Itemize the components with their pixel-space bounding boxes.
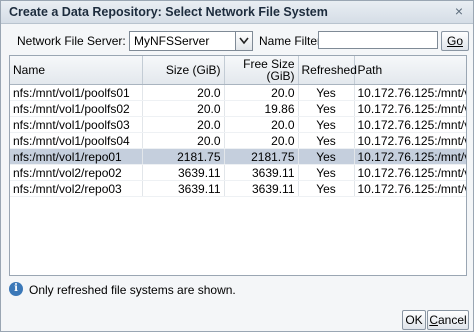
table-row[interactable]: nfs:/mnt/vol1/poolfs04 20.0 20.0 Yes 10.… bbox=[10, 132, 466, 149]
cell-path: 10.172.76.125:/mnt/vol1/ bbox=[354, 132, 466, 149]
cell-refreshed: Yes bbox=[298, 180, 355, 197]
cell-size: 3639.11 bbox=[142, 164, 225, 181]
cell-name: nfs:/mnt/vol1/poolfs03 bbox=[10, 116, 143, 133]
info-note-text: Only refreshed file systems are shown. bbox=[29, 283, 236, 297]
cell-path: 10.172.76.125:/mnt/vol2/ bbox=[354, 180, 466, 197]
cell-size: 3639.11 bbox=[142, 180, 225, 197]
ok-button[interactable]: OK bbox=[402, 310, 426, 330]
cell-name: nfs:/mnt/vol2/repo03 bbox=[10, 180, 143, 197]
cell-refreshed: Yes bbox=[298, 116, 355, 133]
column-header-free-size[interactable]: Free Size (GiB) bbox=[224, 56, 299, 85]
cell-size: 2181.75 bbox=[142, 148, 225, 165]
chevron-down-icon[interactable] bbox=[235, 32, 252, 50]
select-nfs-dialog: Create a Data Repository: Select Network… bbox=[0, 0, 474, 332]
cell-refreshed: Yes bbox=[298, 100, 355, 117]
cell-refreshed: Yes bbox=[298, 148, 355, 165]
table-row[interactable]: nfs:/mnt/vol1/poolfs02 20.0 19.86 Yes 10… bbox=[10, 100, 466, 117]
cancel-mnemonic: C bbox=[429, 313, 438, 327]
cell-refreshed: Yes bbox=[298, 84, 355, 101]
table-row[interactable]: nfs:/mnt/vol1/poolfs01 20.0 20.0 Yes 10.… bbox=[10, 84, 466, 101]
table-header-row: Name Size (GiB) Free Size (GiB) Refreshe… bbox=[10, 56, 466, 85]
dialog-titlebar: Create a Data Repository: Select Network… bbox=[1, 1, 473, 24]
table-row[interactable]: nfs:/mnt/vol2/repo03 3639.11 3639.11 Yes… bbox=[10, 180, 466, 197]
cell-refreshed: Yes bbox=[298, 164, 355, 181]
column-header-path[interactable]: Path bbox=[354, 56, 466, 85]
cell-size: 20.0 bbox=[142, 132, 225, 149]
cell-free-size: 3639.11 bbox=[224, 180, 299, 197]
column-header-size[interactable]: Size (GiB) bbox=[142, 56, 225, 85]
cell-free-size: 20.0 bbox=[224, 116, 299, 133]
cell-free-size: 19.86 bbox=[224, 100, 299, 117]
column-header-name[interactable]: Name bbox=[10, 56, 143, 85]
dialog-title: Create a Data Repository: Select Network… bbox=[9, 5, 328, 19]
info-icon: i bbox=[9, 282, 23, 296]
nfs-table: Name Size (GiB) Free Size (GiB) Refreshe… bbox=[9, 55, 467, 276]
close-icon[interactable]: × bbox=[451, 3, 467, 19]
cell-free-size: 3639.11 bbox=[224, 164, 299, 181]
cell-path: 10.172.76.125:/mnt/vol1/ bbox=[354, 84, 466, 101]
cell-path: 10.172.76.125:/mnt/vol1/ bbox=[354, 148, 466, 165]
cell-free-size: 20.0 bbox=[224, 84, 299, 101]
cell-name: nfs:/mnt/vol1/repo01 bbox=[10, 148, 143, 165]
table-row[interactable]: nfs:/mnt/vol1/poolfs03 20.0 20.0 Yes 10.… bbox=[10, 116, 466, 133]
column-header-refreshed[interactable]: Refreshed bbox=[298, 56, 357, 85]
cell-path: 10.172.76.125:/mnt/vol1/ bbox=[354, 116, 466, 133]
cell-size: 20.0 bbox=[142, 116, 225, 133]
network-file-server-value: MyNFSServer bbox=[134, 34, 210, 48]
network-file-server-select[interactable]: MyNFSServer bbox=[129, 31, 253, 51]
table-row[interactable]: nfs:/mnt/vol2/repo02 3639.11 3639.11 Yes… bbox=[10, 164, 466, 181]
go-button[interactable]: Go bbox=[441, 31, 469, 51]
cell-name: nfs:/mnt/vol1/poolfs01 bbox=[10, 84, 143, 101]
cancel-label-rest: ancel bbox=[437, 313, 467, 327]
cell-name: nfs:/mnt/vol2/repo02 bbox=[10, 164, 143, 181]
cell-name: nfs:/mnt/vol1/poolfs04 bbox=[10, 132, 143, 149]
filter-bar: Network File Server: MyNFSServer Name Fi… bbox=[9, 31, 469, 51]
cancel-button[interactable]: Cancel bbox=[427, 310, 469, 330]
cell-name: nfs:/mnt/vol1/poolfs02 bbox=[10, 100, 143, 117]
network-file-server-label: Network File Server: bbox=[17, 34, 126, 48]
table-row-selected[interactable]: nfs:/mnt/vol1/repo01 2181.75 2181.75 Yes… bbox=[10, 148, 466, 165]
cell-free-size: 20.0 bbox=[224, 132, 299, 149]
cell-free-size: 2181.75 bbox=[224, 148, 299, 165]
cell-size: 20.0 bbox=[142, 100, 225, 117]
name-filter-label: Name Filter: bbox=[259, 34, 325, 48]
cell-size: 20.0 bbox=[142, 84, 225, 101]
cell-path: 10.172.76.125:/mnt/vol2/ bbox=[354, 164, 466, 181]
name-filter-input[interactable] bbox=[318, 31, 438, 49]
cell-refreshed: Yes bbox=[298, 132, 355, 149]
cell-path: 10.172.76.125:/mnt/vol1/ bbox=[354, 100, 466, 117]
